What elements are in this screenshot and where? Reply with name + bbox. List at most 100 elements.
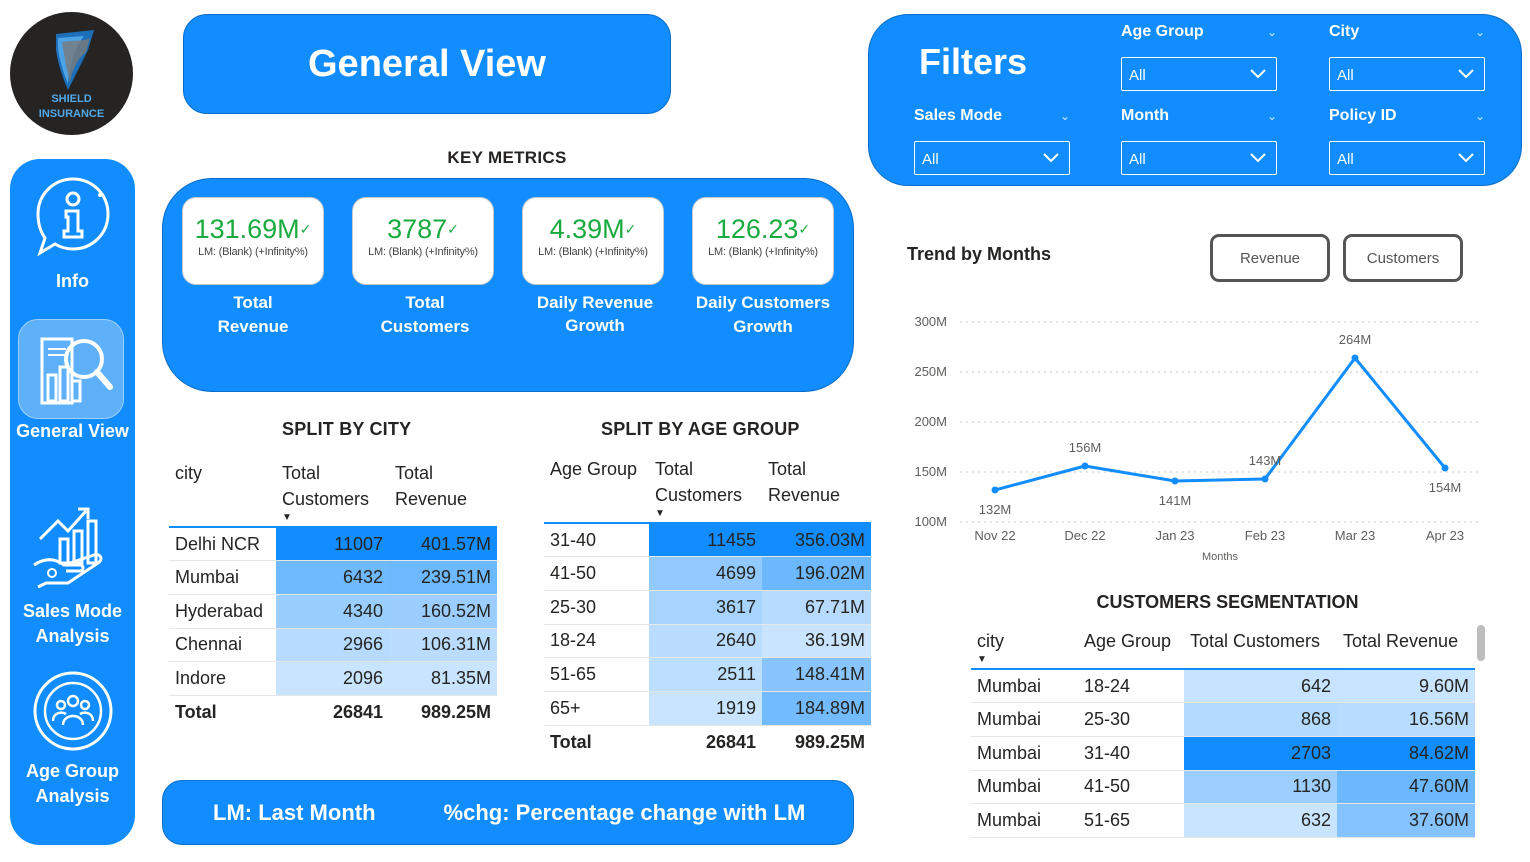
- table-row[interactable]: Hyderabad 4340 160.52M: [169, 594, 497, 629]
- series-line: [994, 356, 1447, 492]
- group-target-icon: [33, 671, 112, 751]
- customers-toggle-button[interactable]: Customers: [1343, 234, 1463, 282]
- cell-city: Mumbai: [169, 560, 276, 595]
- col-header-city[interactable]: city ▼: [971, 628, 1078, 668]
- sort-desc-icon: ▼: [655, 508, 665, 519]
- check-icon: ✓: [299, 221, 312, 237]
- cell-customers: 4699: [649, 556, 762, 591]
- table-row[interactable]: Mumbai 18-24 642 9.60M: [971, 669, 1475, 704]
- cell-customers: 2966: [276, 628, 389, 663]
- col-header-city[interactable]: city: [169, 460, 276, 526]
- footer-chg: %chg: Percentage change with LM: [443, 799, 806, 825]
- table-row[interactable]: Mumbai 41-50 1130 47.60M: [971, 770, 1475, 805]
- table-row[interactable]: Mumbai 25-30 868 16.56M: [971, 702, 1475, 737]
- chevron-down-icon: ⌄: [1266, 109, 1277, 123]
- cell-revenue: 148.41M: [762, 657, 871, 692]
- shield-logo-icon: [56, 30, 94, 90]
- cell-age: 65+: [544, 691, 649, 726]
- x-tick-label: Apr 23: [1426, 528, 1464, 543]
- metric-lm: LM: (Blank) (+Infinity%): [708, 246, 818, 258]
- cell-customers: 4340: [276, 594, 389, 629]
- check-icon: ✓: [624, 221, 637, 237]
- cell-revenue: 36.19M: [762, 624, 871, 659]
- data-point: [1441, 464, 1449, 472]
- cell-city: Delhi NCR: [169, 527, 276, 562]
- nav-item-info[interactable]: Info: [10, 173, 135, 294]
- table-row[interactable]: Mumbai 31-40 2703 84.62M: [971, 736, 1475, 771]
- table-row[interactable]: 65+ 1919 184.89M: [544, 691, 871, 726]
- table-row[interactable]: Delhi NCR 11007 401.57M: [169, 527, 497, 562]
- city-dropdown[interactable]: All: [1329, 57, 1485, 91]
- nav-item-general-view[interactable]: General View: [10, 329, 135, 444]
- cell-customers: 1130: [1184, 770, 1337, 805]
- cell-customers: 3617: [649, 590, 762, 625]
- month-value: All: [1129, 151, 1146, 168]
- nav-label-age-group: Age Group Analysis: [26, 761, 119, 806]
- cell-customers: 2096: [276, 661, 389, 696]
- cell-revenue: 239.51M: [389, 560, 497, 595]
- metric-label-daily-revenue-growth: Daily Revenue Growth: [536, 293, 654, 335]
- table-row[interactable]: 18-24 2640 36.19M: [544, 624, 871, 659]
- table-row[interactable]: Mumbai 51-65 632 37.60M: [971, 803, 1475, 838]
- cell-revenue: 67.71M: [762, 590, 871, 625]
- x-axis-label: Months: [1202, 551, 1239, 563]
- cell-customers: 11455: [649, 523, 762, 558]
- age-group-dropdown[interactable]: All: [1121, 57, 1277, 91]
- report-search-icon: [40, 337, 113, 405]
- scrollbar-thumb[interactable]: [1477, 625, 1485, 661]
- slicer-label-sales-mode: Sales Mode: [914, 107, 1003, 124]
- cell-age: 51-65: [544, 657, 649, 692]
- nav-item-age-group[interactable]: Age Group Analysis: [10, 667, 135, 809]
- chevron-down-icon: [1250, 153, 1266, 163]
- slicer-label-age-group: Age Group: [1121, 23, 1204, 40]
- table-row[interactable]: 51-65 2511 148.41M: [544, 657, 871, 692]
- cell-age: 25-30: [1078, 702, 1184, 737]
- metric-lm: LM: (Blank) (+Infinity%): [538, 246, 648, 258]
- policy-id-dropdown[interactable]: All: [1329, 141, 1485, 175]
- col-header-total-customers[interactable]: Total Customers: [1184, 628, 1337, 668]
- metric-value: 126.23: [715, 214, 799, 244]
- cell-customers: 1919: [649, 691, 762, 726]
- col-header-total-customers[interactable]: Total Customers ▼: [649, 456, 762, 522]
- table-row[interactable]: Indore 2096 81.35M: [169, 661, 497, 696]
- nav-label-info: Info: [56, 271, 89, 291]
- month-dropdown[interactable]: All: [1121, 141, 1277, 175]
- cell-age: 51-65: [1078, 803, 1184, 838]
- chevron-down-icon: [1458, 153, 1474, 163]
- chevron-down-icon: [1250, 69, 1266, 79]
- metric-lm: LM: (Blank) (+Infinity%): [198, 246, 308, 258]
- col-header-total-revenue[interactable]: Total Revenue: [1337, 628, 1475, 668]
- sort-desc-icon: ▼: [977, 654, 987, 665]
- cell-customers: 11007: [276, 527, 389, 562]
- cell-customers: 632: [1184, 803, 1337, 838]
- col-header-age-group[interactable]: Age Group: [1078, 628, 1184, 668]
- sort-desc-icon: ▼: [282, 512, 292, 523]
- cell-city: Mumbai: [971, 736, 1078, 771]
- slicer-label-policy-id: Policy ID: [1329, 107, 1397, 124]
- table-row[interactable]: 31-40 11455 356.03M: [544, 523, 871, 558]
- chevron-down-icon: [1043, 153, 1059, 163]
- sales-mode-dropdown[interactable]: All: [914, 141, 1070, 175]
- data-label: 264M: [1339, 332, 1372, 347]
- col-header-age-group[interactable]: Age Group: [544, 456, 649, 522]
- table-row[interactable]: 41-50 4699 196.02M: [544, 556, 871, 591]
- y-tick-label: 250M: [914, 364, 947, 379]
- y-tick-label: 100M: [914, 514, 947, 529]
- slicer-month: Month ⌄ All: [1121, 107, 1283, 175]
- footer-lm: LM: Last Month: [213, 799, 376, 825]
- table-row[interactable]: Chennai 2966 106.31M: [169, 628, 497, 663]
- cell-revenue: 16.56M: [1337, 702, 1475, 737]
- nav-item-sales-mode[interactable]: Sales Mode Analysis: [10, 499, 135, 649]
- col-header-total-revenue[interactable]: Total Revenue: [762, 456, 871, 522]
- table-row[interactable]: Mumbai 6432 239.51M: [169, 560, 497, 595]
- slicer-age-group: Age Group ⌄ All: [1121, 23, 1283, 91]
- cell-age: 18-24: [1078, 669, 1184, 704]
- data-label: 143M: [1249, 453, 1282, 468]
- col-header-total-customers[interactable]: Total Customers ▼: [276, 460, 389, 526]
- data-point: [1351, 354, 1359, 362]
- cell-revenue: 37.60M: [1337, 803, 1475, 838]
- col-header-total-revenue[interactable]: Total Revenue: [389, 460, 497, 526]
- table-row[interactable]: 25-30 3617 67.71M: [544, 590, 871, 625]
- cell-customers: 6432: [276, 560, 389, 595]
- revenue-toggle-button[interactable]: Revenue: [1210, 234, 1330, 282]
